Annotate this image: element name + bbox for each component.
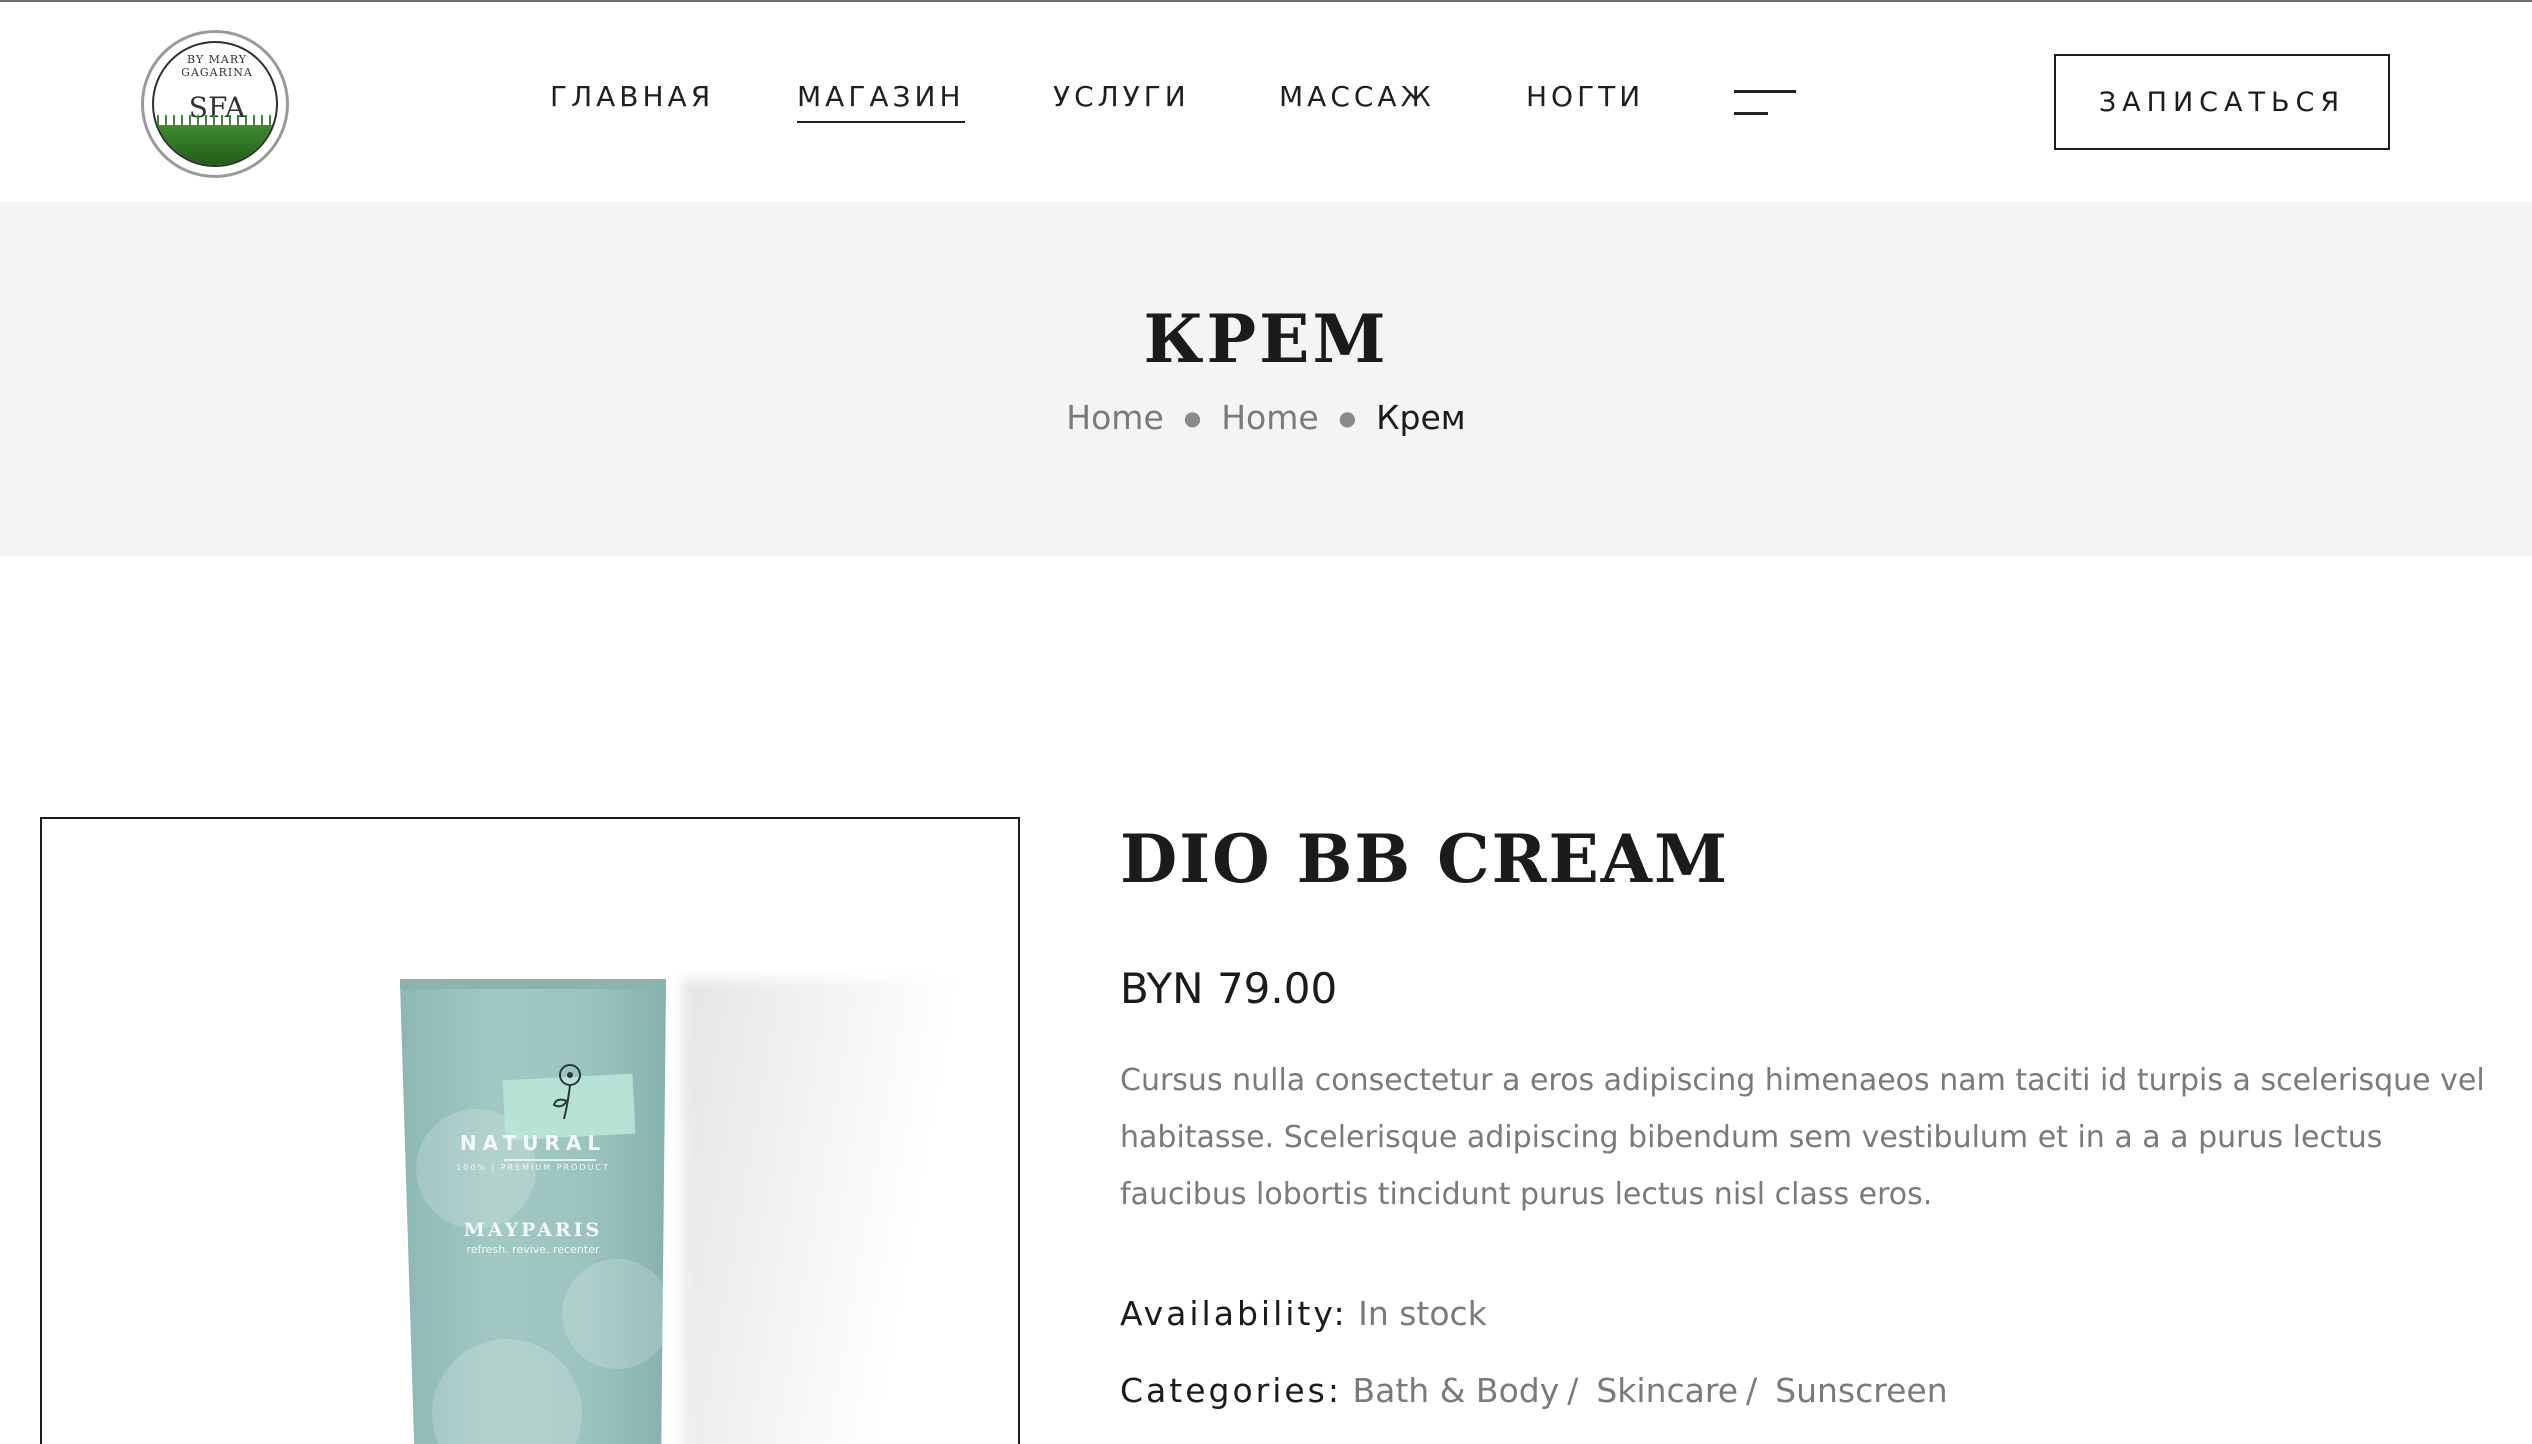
tube-name-text: MAYPARIS bbox=[463, 1219, 603, 1241]
nav-item-massage[interactable]: МАССАЖ bbox=[1279, 80, 1435, 113]
category-separator: / bbox=[1567, 1371, 1579, 1410]
product-image-frame[interactable]: NATURAL 100% | PREMIUM PRODUCT MAYPARIS … bbox=[40, 817, 1020, 1444]
logo-emblem: BY MARY GAGARINA SFA bbox=[152, 41, 278, 167]
category-link-sunscreen[interactable]: Sunscreen bbox=[1775, 1371, 1947, 1410]
breadcrumb-home-link[interactable]: Home bbox=[1066, 398, 1163, 437]
product-price: BYN 79.00 bbox=[1120, 964, 1338, 1013]
flower-icon bbox=[552, 1064, 581, 1120]
site-logo[interactable]: BY MARY GAGARINA SFA bbox=[141, 30, 289, 178]
tube-crimp bbox=[400, 979, 666, 989]
tube-subtitle-text: refresh. revive. recenter bbox=[466, 1243, 600, 1256]
breadcrumb-current: Крем bbox=[1376, 398, 1466, 437]
availability-row: Availability: In stock bbox=[1120, 1294, 1487, 1333]
categories-label: Categories: bbox=[1120, 1371, 1342, 1410]
category-link-bath-body[interactable]: Bath & Body bbox=[1353, 1371, 1560, 1410]
product-description: Cursus nulla consectetur a eros adipisci… bbox=[1120, 1063, 2485, 1212]
categories-row: Categories: Bath & Body / Skincare / Sunscre… bbox=[1120, 1371, 1948, 1410]
category-separator: / bbox=[1746, 1371, 1758, 1410]
breadcrumb: Home ● Home ● Крем bbox=[0, 396, 2532, 437]
breadcrumb-separator-icon: ● bbox=[1338, 405, 1357, 430]
availability-value: In stock bbox=[1358, 1294, 1487, 1333]
hamburger-line-bottom bbox=[1734, 112, 1768, 115]
logo-arc-text: BY MARY GAGARINA bbox=[181, 53, 253, 79]
breadcrumb-separator-icon: ● bbox=[1183, 405, 1202, 430]
logo-grass-graphic bbox=[154, 115, 276, 165]
tube-divider bbox=[504, 1159, 596, 1161]
tube-bubble-decoration bbox=[562, 1259, 672, 1369]
site-header: BY MARY GAGARINA SFA ГЛАВНАЯ МАГАЗИН УСЛ… bbox=[0, 2, 2532, 202]
product-title: DIO BB CREAM bbox=[1120, 820, 1730, 898]
breadcrumb-home-link-2[interactable]: Home bbox=[1221, 398, 1318, 437]
hamburger-menu-icon[interactable] bbox=[1734, 90, 1796, 116]
page-hero bbox=[0, 202, 2532, 556]
nav-item-home[interactable]: ГЛАВНАЯ bbox=[550, 80, 714, 113]
nav-item-shop[interactable]: МАГАЗИН bbox=[797, 80, 965, 123]
hamburger-line-top bbox=[1734, 90, 1796, 93]
tube-brand-text: NATURAL bbox=[459, 1131, 607, 1155]
page-title: КРЕМ bbox=[1143, 300, 1389, 378]
category-link-skincare[interactable]: Skincare bbox=[1596, 1371, 1738, 1410]
nav-item-services[interactable]: УСЛУГИ bbox=[1053, 80, 1190, 113]
book-appointment-button[interactable]: ЗАПИСАТЬСЯ bbox=[2054, 54, 2390, 150]
tube-tagline-text: 100% | PREMIUM PRODUCT bbox=[456, 1163, 610, 1172]
tube-shadow bbox=[682, 979, 962, 1444]
nav-item-nails[interactable]: НОГТИ bbox=[1526, 80, 1644, 113]
availability-label: Availability: bbox=[1120, 1294, 1348, 1333]
